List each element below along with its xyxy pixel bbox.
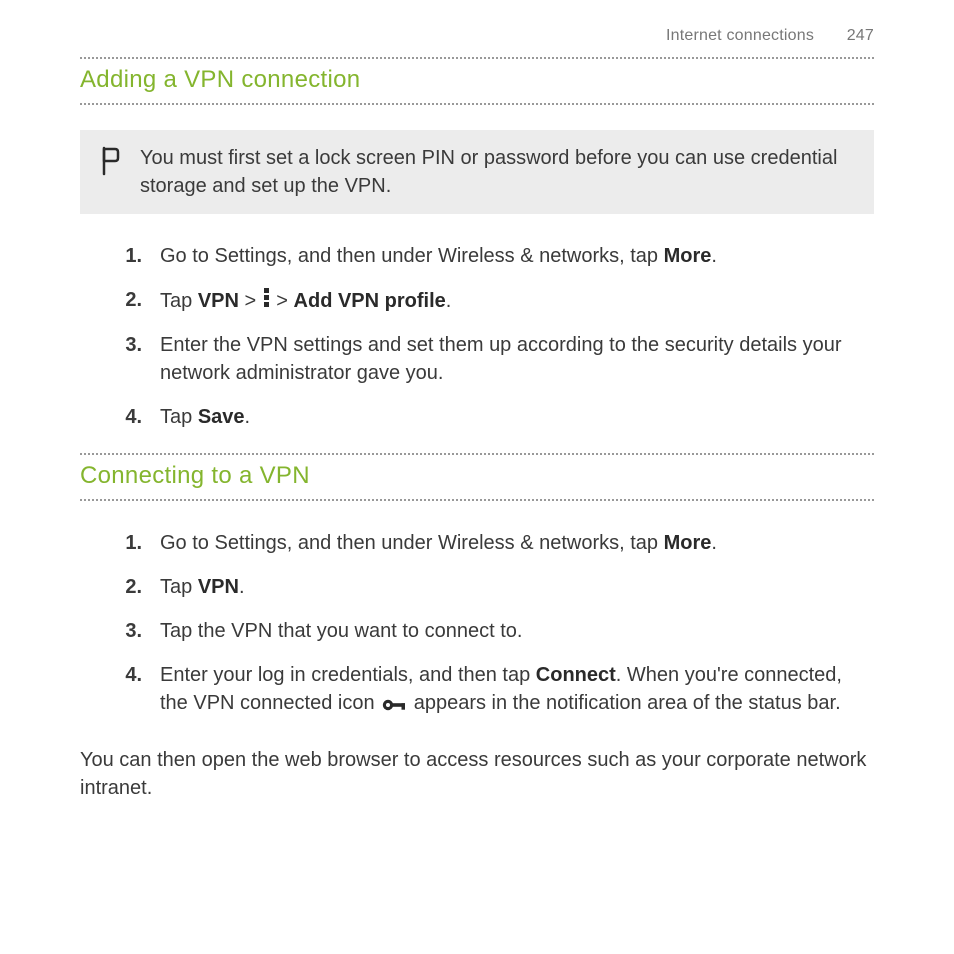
- list-item: Go to Settings, and then under Wireless …: [112, 242, 874, 270]
- list-item: Enter your log in credentials, and then …: [112, 661, 874, 720]
- steps-adding-vpn: Go to Settings, and then under Wireless …: [112, 242, 874, 431]
- list-item: Tap Save.: [112, 403, 874, 431]
- vpn-key-icon: [382, 692, 406, 720]
- flag-icon: [100, 146, 122, 184]
- section-title-connecting-vpn: Connecting to a VPN: [80, 453, 874, 501]
- more-options-icon: [264, 286, 269, 309]
- list-item: Tap VPN.: [112, 573, 874, 601]
- closing-paragraph: You can then open the web browser to acc…: [80, 746, 874, 802]
- page-number: 247: [847, 25, 874, 47]
- steps-connecting-vpn: Go to Settings, and then under Wireless …: [112, 529, 874, 720]
- section-title-adding-vpn: Adding a VPN connection: [80, 57, 874, 105]
- list-item: Tap VPN > > Add VPN profile.: [112, 286, 874, 315]
- list-item: Go to Settings, and then under Wireless …: [112, 529, 874, 557]
- note-text: You must first set a lock screen PIN or …: [140, 144, 852, 200]
- list-item: Enter the VPN settings and set them up a…: [112, 331, 874, 387]
- chapter-name: Internet connections: [666, 27, 814, 44]
- page-header: Internet connections 247: [80, 25, 874, 47]
- list-item: Tap the VPN that you want to connect to.: [112, 617, 874, 645]
- note-box: You must first set a lock screen PIN or …: [80, 130, 874, 214]
